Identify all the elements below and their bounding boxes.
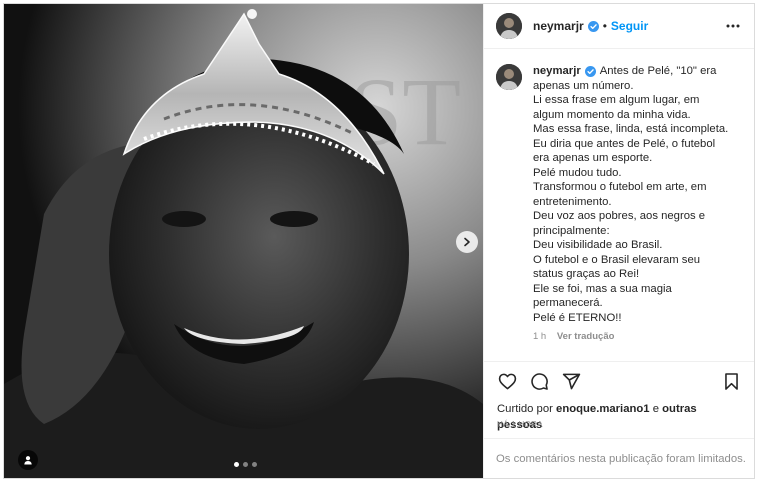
caption-line: era apenas um esporte. xyxy=(533,152,653,164)
carousel-dot xyxy=(243,462,248,467)
caption-line: Pelé é ETERNO!! xyxy=(533,311,622,324)
carousel-dot xyxy=(234,462,239,467)
post-media[interactable]: ST xyxy=(4,4,483,478)
caption-line: Transformou o futebol em arte, em xyxy=(533,181,707,193)
liked-by-user-link[interactable]: enoque.mariano1 xyxy=(556,403,650,415)
avatar[interactable] xyxy=(496,64,522,90)
caption-line: principalmente: xyxy=(533,224,610,237)
caption-line: status graças ao Rei! xyxy=(533,268,640,280)
post-dialog: ST neymarjr • Seguir neymarjr Antes de P… xyxy=(3,3,755,479)
comments-limited-notice: Os comentários nesta publicação foram li… xyxy=(484,438,754,478)
follow-button[interactable]: Seguir xyxy=(611,19,648,33)
liked-by: Curtido por enoque.mariano1 e outras pes… xyxy=(484,401,754,431)
verified-badge-icon xyxy=(587,20,599,32)
caption-line: permanecerá. xyxy=(533,297,603,309)
save-button[interactable] xyxy=(720,371,742,393)
post-timestamp: HÁ 1 HORA xyxy=(497,420,543,429)
carousel-indicator xyxy=(234,462,257,467)
comment-button[interactable] xyxy=(528,371,550,393)
caption: neymarjr Antes de Pelé, "10" era apenas um… xyxy=(533,64,742,361)
verified-badge-icon xyxy=(584,65,596,77)
translate-link[interactable]: Ver tradução xyxy=(557,331,615,342)
avatar[interactable] xyxy=(496,13,522,39)
caption-line: Ele se foi, mas a sua magia xyxy=(533,282,672,295)
caption-text: neymarjr Antes de Pelé, "10" era apenas um… xyxy=(533,64,742,325)
caption-line: apenas um número. xyxy=(533,79,634,92)
bookmark-icon xyxy=(724,373,738,390)
action-bar xyxy=(484,361,754,401)
post-sidebar: neymarjr • Seguir neymarjr Antes de Pelé,… xyxy=(483,4,754,478)
share-button[interactable] xyxy=(560,371,582,393)
caption-line: Eu diria que antes de Pelé, o futebol xyxy=(533,137,716,150)
caption-section: neymarjr Antes de Pelé, "10" era apenas um… xyxy=(484,49,754,361)
caption-username-link[interactable]: neymarjr xyxy=(533,65,581,77)
caption-line: Mas essa frase, linda, está incompleta. xyxy=(533,123,729,135)
next-slide-button[interactable] xyxy=(456,231,478,253)
more-options-button[interactable] xyxy=(724,17,742,35)
header-separator: • xyxy=(602,19,607,33)
caption-line: Li essa frase em algum lugar, em xyxy=(533,94,700,106)
carousel-dot xyxy=(252,462,257,467)
like-button[interactable] xyxy=(496,371,518,393)
caption-line: algum momento da minha vida. xyxy=(533,108,691,121)
caption-line: neymarjr Antes de Pelé, "10" era xyxy=(533,64,742,79)
liked-by-prefix: Curtido por xyxy=(497,403,553,415)
liked-by-suffix: e xyxy=(652,403,660,415)
caption-line: Pelé mudou tudo. xyxy=(533,166,622,179)
caption-line-text: Antes de Pelé, "10" era xyxy=(599,65,717,77)
comment-icon xyxy=(530,373,548,390)
user-tag-icon xyxy=(24,456,32,465)
caption-line: Deu voz aos pobres, aos negros e xyxy=(533,210,706,222)
post-header: neymarjr • Seguir xyxy=(484,4,754,49)
caption-meta: 1 h Ver tradução xyxy=(533,330,742,345)
caption-age: 1 h xyxy=(533,331,547,342)
username-link[interactable]: neymarjr xyxy=(533,19,584,33)
more-options-icon xyxy=(726,24,740,28)
caption-line: entretenimento. xyxy=(533,195,612,208)
heart-icon xyxy=(498,373,516,390)
caption-line: Deu visibilidade ao Brasil. xyxy=(533,239,663,251)
share-icon xyxy=(562,373,580,390)
chevron-right-icon xyxy=(464,237,470,247)
caption-line: O futebol e o Brasil elevaram seu xyxy=(533,253,701,266)
post-photo: ST xyxy=(4,4,483,478)
tagged-users-button[interactable] xyxy=(18,450,38,470)
